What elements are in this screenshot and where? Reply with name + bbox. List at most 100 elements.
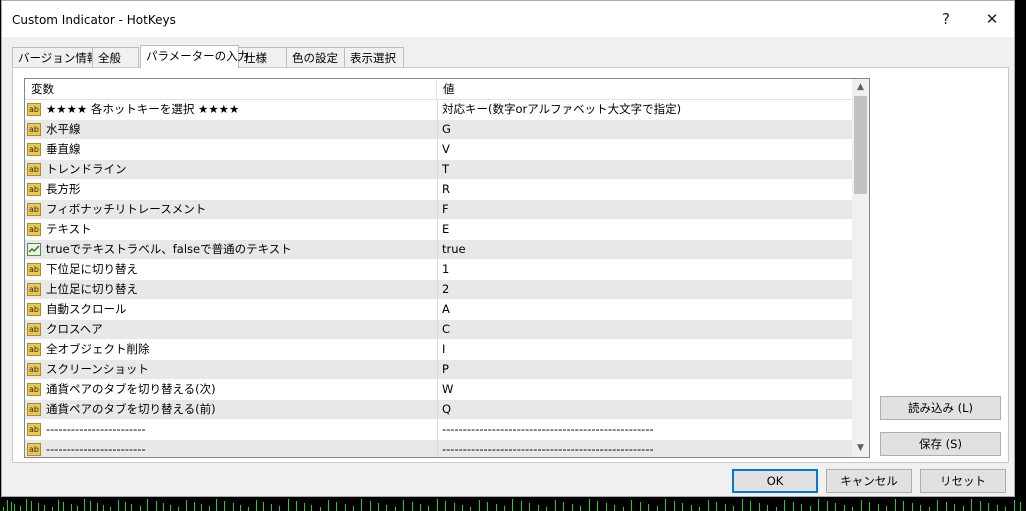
parameter-value[interactable]: 2 [442,280,850,300]
vertical-scrollbar[interactable]: ▲ ▼ [852,79,869,457]
chart-bar-mark [118,500,119,511]
table-row[interactable]: ab 通貨ペアのタブを切り替える(前) Q [25,400,853,420]
table-row[interactable]: ab クロスヘア C [25,320,853,340]
table-row[interactable]: ab 全オブジェクト削除 I [25,340,853,360]
column-header-variable[interactable]: 変数 [25,79,437,99]
parameter-value[interactable]: 対応キー(数字orアルファベット大文字で指定) [442,100,850,120]
chart-bar-mark [844,505,845,511]
save-button[interactable]: 保存 (S) [880,432,1001,456]
string-param-icon: ab [27,403,41,416]
tab-color-settings[interactable]: 色の設定 [286,47,345,67]
scroll-up-icon[interactable]: ▲ [852,79,869,96]
parameter-value[interactable]: P [442,360,850,380]
table-row[interactable]: trueでテキストラベル、falseで普通のテキスト true [25,240,853,260]
chart-bar-mark [170,505,171,511]
column-header-value[interactable]: 値 [437,79,853,99]
table-row[interactable]: ab 通貨ペアのタブを切り替える(次) W [25,380,853,400]
scroll-down-icon[interactable]: ▼ [852,440,869,457]
chart-bar-mark [462,505,463,511]
cancel-button[interactable]: キャンセル [826,469,912,493]
parameter-value[interactable]: F [442,200,850,220]
parameter-name: ------------------------ [46,422,146,436]
table-row[interactable]: ab ------------------------ --------------… [25,420,853,440]
string-param-icon: ab [27,123,41,136]
chart-bar-mark [63,502,64,511]
chart-bar-mark [131,504,132,511]
chart-bar-mark [733,506,734,511]
table-row[interactable]: ab フィボナッチリトレースメント F [25,200,853,220]
table-row[interactable]: ab テキスト E [25,220,853,240]
table-row[interactable]: ab トレンドライン T [25,160,853,180]
parameter-value[interactable]: W [442,380,850,400]
chart-bar-mark [504,506,505,511]
parameter-value[interactable]: G [442,120,850,140]
table-row[interactable]: ab 水平線 G [25,120,853,140]
parameter-value[interactable]: R [442,180,850,200]
load-button[interactable]: 読み込み (L) [880,396,1001,420]
parameter-name: スクリーンショット [46,362,149,376]
table-row[interactable]: ab 自動スクロール A [25,300,853,320]
chart-bar-mark [201,504,202,511]
chart-bar-mark [725,504,726,511]
tab-display-selection[interactable]: 表示選択 [344,47,404,67]
chart-bar-mark [224,501,225,511]
chart-bar-mark [699,507,700,511]
chart-bar-mark [912,503,913,511]
table-body: ab ★★★★ 各ホットキーを選択 ★★★★ 対応キー(数字orアルファベット大文字… [25,100,853,457]
parameter-value[interactable]: I [442,340,850,360]
parameter-name: トレンドライン [46,162,127,176]
chart-bar-mark [1014,500,1015,511]
parameter-name: 全オブジェクト削除 [46,342,150,356]
parameter-value[interactable]: 1 [442,260,850,280]
string-param-icon: ab [27,263,41,276]
tab-parameters[interactable]: パラメーターの入力 [140,45,249,68]
chart-bar-mark [370,501,371,511]
string-param-icon: ab [27,163,41,176]
tab-version-info[interactable]: バージョン情報 [12,47,98,67]
string-param-icon: ab [27,183,41,196]
chart-bar-mark [606,503,607,511]
table-row[interactable]: ab ------------------------ --------------… [25,440,853,457]
chart-bar-mark [304,503,305,511]
parameter-value[interactable]: C [442,320,850,340]
tab-general[interactable]: 全般 [92,47,139,67]
parameter-value[interactable]: V [442,140,850,160]
string-param-icon: ab [27,343,41,356]
chart-bar-mark [580,506,581,511]
chart-bar-mark [1020,502,1021,511]
table-row[interactable]: ab 長方形 R [25,180,853,200]
scrollbar-thumb[interactable] [854,96,867,194]
table-row[interactable]: ab ★★★★ 各ホットキーを選択 ★★★★ 対応キー(数字orアルファベット大文字… [25,100,853,120]
reset-button[interactable]: リセット [920,469,1006,493]
chart-bar-mark [156,501,157,511]
table-row[interactable]: ab 垂直線 V [25,140,853,160]
chart-bar-mark [546,507,547,511]
chart-bar-mark [428,506,429,511]
parameter-value[interactable]: true [442,240,850,260]
chart-bar-mark [750,501,751,511]
column-divider [437,320,438,340]
parameter-value[interactable]: Q [442,400,850,420]
parameter-value[interactable]: E [442,220,850,240]
table-row[interactable]: ab 下位足に切り替え 1 [25,260,853,280]
parameter-value[interactable]: ----------------------------------------… [442,440,850,457]
chart-bar-mark [20,506,21,511]
close-button[interactable]: ✕ [970,1,1014,37]
chart-bar-mark [776,507,777,511]
chart-bar-mark [512,499,513,511]
chart-bar-mark [194,502,195,511]
chart-bar-mark [682,503,683,511]
chart-bar-mark [1005,507,1006,511]
help-button[interactable]: ? [924,1,968,37]
parameter-value[interactable]: T [442,160,850,180]
table-row[interactable]: ab スクリーンショット P [25,360,853,380]
chart-bar-mark [470,507,471,511]
parameter-value[interactable]: ----------------------------------------… [442,420,850,440]
column-divider [437,240,438,260]
chart-bar-mark [665,499,666,511]
parameter-value[interactable]: A [442,300,850,320]
chart-bar-mark [140,506,141,511]
chart-bar-mark [980,501,981,511]
ok-button[interactable]: OK [732,469,818,493]
table-row[interactable]: ab 上位足に切り替え 2 [25,280,853,300]
